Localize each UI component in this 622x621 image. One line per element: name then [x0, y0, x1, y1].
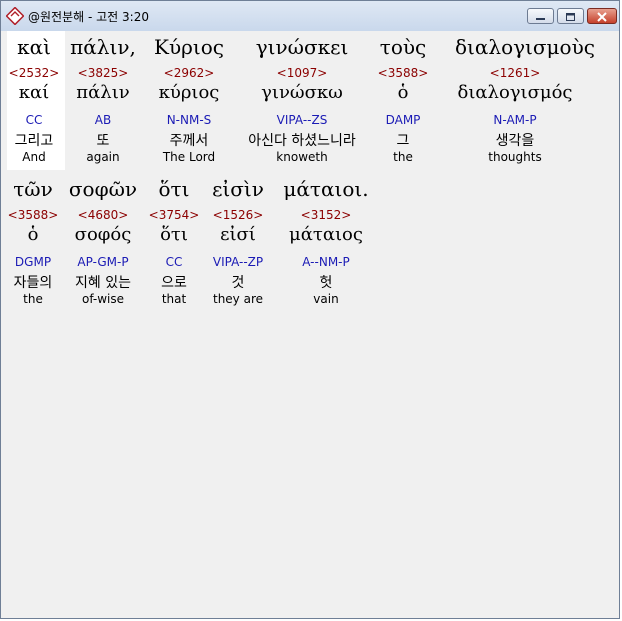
close-button[interactable]	[587, 8, 617, 24]
app-icon[interactable]	[6, 7, 24, 25]
title-bar[interactable]: @원전분해 - 고전 3:20	[1, 1, 619, 31]
morph-code: N-AM-P	[493, 113, 537, 127]
english-gloss: The Lord	[162, 150, 216, 164]
english-gloss: vain	[313, 292, 339, 306]
morph-code: DAMP	[385, 113, 421, 127]
greek-word: μάταιοι.	[283, 177, 369, 201]
morph-code: N-NM-S	[166, 113, 212, 127]
close-icon	[597, 12, 607, 22]
lemma: κύριος	[158, 82, 220, 103]
maximize-button[interactable]	[557, 8, 584, 24]
strongs-number: <1261>	[489, 66, 541, 80]
korean-gloss: 생각을	[495, 133, 535, 149]
lemma: διαλογισμός	[457, 82, 573, 103]
english-gloss: thoughts	[488, 150, 542, 164]
morph-code: A--NM-P	[302, 255, 350, 269]
lemma: ὁ	[397, 82, 409, 103]
lemma: μάταιος	[289, 224, 363, 245]
minimize-icon	[536, 18, 545, 20]
korean-gloss: 그	[396, 133, 410, 149]
parsing-area: καὶ <2532> καί CC 그리고 And πάλιν, <3825> …	[7, 31, 617, 615]
strongs-number: <2962>	[163, 66, 215, 80]
minimize-button[interactable]	[527, 8, 554, 24]
app-window: @원전분해 - 고전 3:20 καὶ <2532> καί CC 그리고 An…	[0, 0, 620, 619]
greek-word: τοὺς	[379, 35, 427, 59]
maximize-icon	[566, 13, 575, 21]
english-gloss: the	[393, 150, 413, 164]
greek-word: Κύριος	[154, 35, 224, 59]
strongs-number: <3152>	[300, 208, 352, 222]
strongs-number: <3588>	[377, 66, 429, 80]
greek-word: διαλογισμοὺς	[455, 35, 595, 59]
window-title: @원전분해 - 고전 3:20	[28, 10, 149, 24]
korean-gloss: 헛	[319, 275, 333, 291]
korean-gloss: 주께서	[169, 133, 209, 149]
